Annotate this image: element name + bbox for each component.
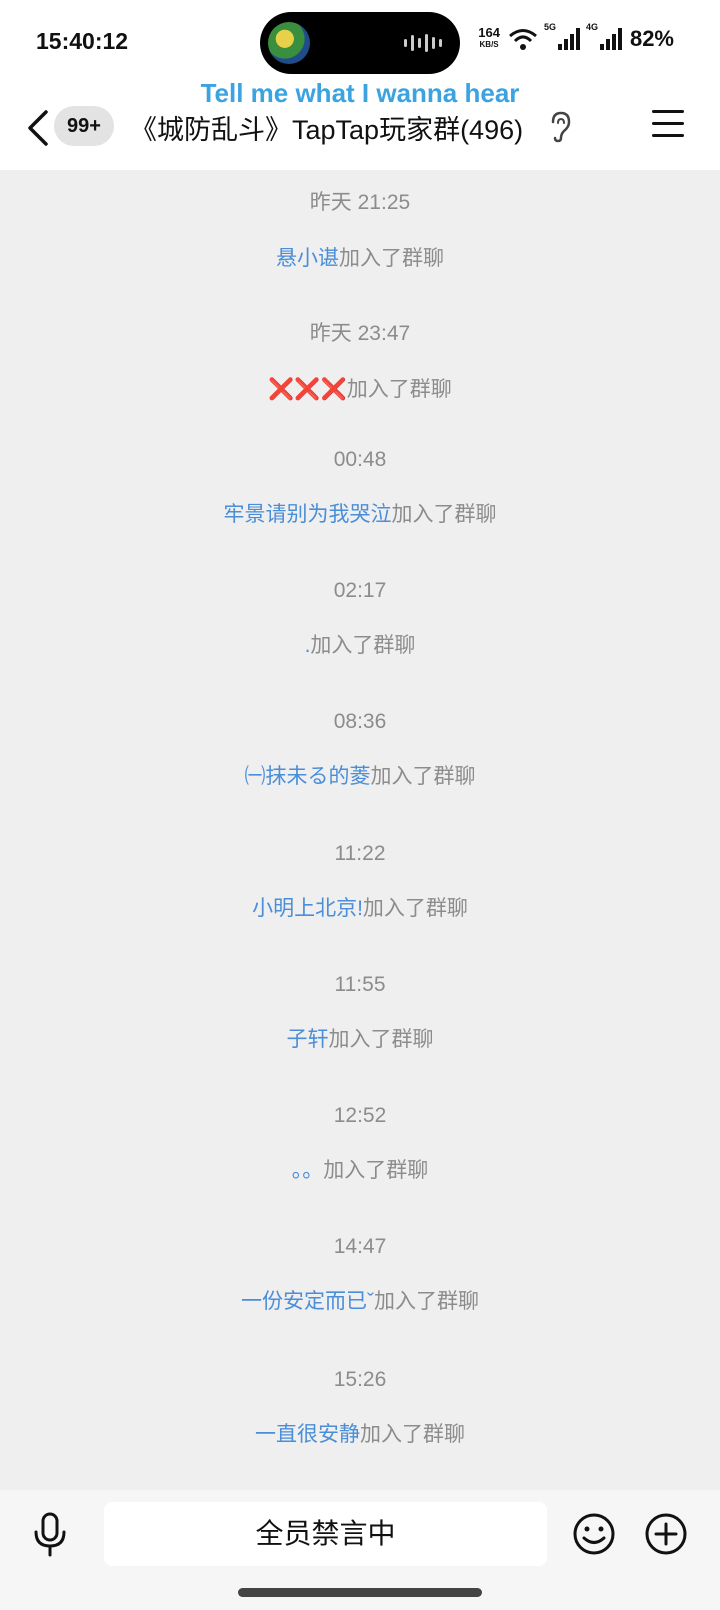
system-message: 12:52 。。加入了群聊 [0,1104,720,1184]
join-action-text: 加入了群聊 [374,1290,479,1313]
net-speed-unit: KB/S [479,40,499,49]
join-notice: 一直很安静加入了群聊 [0,1418,720,1448]
message-timestamp: 08:36 [333,710,387,733]
status-indicators: 164 KB/S 5G 4G 82% [478,22,674,52]
dynamic-island-music[interactable] [260,12,460,74]
system-message: 11:55 子轩加入了群聊 [0,973,720,1053]
member-nickname[interactable]: 子轩 [287,1028,329,1051]
smiley-icon[interactable] [572,1512,616,1556]
member-nickname[interactable]: 悬小谌 [276,247,339,270]
back-arrow-icon[interactable] [26,108,50,148]
message-timestamp: 14:47 [333,1235,387,1258]
chat-message-list[interactable]: 昨天 21:25 悬小谌加入了群聊 昨天 23:47 ❌❌❌加入了群聊 00:4… [0,170,720,1490]
join-action-text: 加入了群聊 [339,247,444,270]
join-action-text: 加入了群聊 [370,765,476,788]
message-timestamp: 12:52 [333,1104,387,1127]
join-action-text: 加入了群聊 [328,1028,434,1051]
join-action-text: 加入了群聊 [323,1159,429,1182]
member-nickname[interactable]: 。。 [292,1159,324,1182]
home-indicator[interactable] [238,1588,482,1597]
join-notice: 一份安定而已ˇ加入了群聊 [0,1285,720,1315]
signal-5g-icon: 5G [544,22,580,50]
join-notice: ❌❌❌加入了群聊 [0,373,720,403]
wifi-icon [508,29,537,50]
microphone-icon[interactable] [30,1512,70,1558]
join-notice: 悬小谌加入了群聊 [0,242,720,272]
join-notice: .加入了群聊 [0,629,720,659]
system-message: 02:17 .加入了群聊 [0,579,720,659]
unread-count-badge[interactable]: 99+ [54,106,114,146]
system-message: 08:36 ㈠抹未る的菱加入了群聊 [0,710,720,790]
member-nickname[interactable]: ㈠抹未る的菱 [245,765,371,788]
ear-icon[interactable] [548,110,574,144]
message-timestamp: 昨天 23:47 [309,322,411,345]
member-nickname[interactable]: ❌❌❌ [268,378,346,401]
signal-4g-label: 4G [585,22,598,32]
member-nickname[interactable]: 牢景请别为我哭泣 [224,503,392,526]
message-timestamp: 00:48 [333,448,387,471]
join-notice: 牢景请别为我哭泣加入了群聊 [0,498,720,528]
system-message: 昨天 21:25 悬小谌加入了群聊 [0,186,720,272]
input-bar: 全员禁言中 [0,1490,720,1610]
message-timestamp: 11:55 [334,973,386,996]
signal-4g-icon: 4G [586,22,622,50]
net-speed: 164 KB/S [478,25,500,51]
system-message: 昨天 23:47 ❌❌❌加入了群聊 [0,317,720,403]
status-bar: 15:40:12 164 KB/S 5G 4G 82% [0,0,720,86]
join-notice: 子轩加入了群聊 [0,1023,720,1053]
member-nickname[interactable]: 一份安定而已ˇ [241,1290,374,1313]
join-action-text: 加入了群聊 [391,503,497,526]
net-speed-value: 164 [478,25,500,40]
status-time: 15:40:12 [36,28,129,54]
system-message: 00:48 牢景请别为我哭泣加入了群聊 [0,448,720,528]
message-timestamp: 15:26 [333,1368,387,1391]
join-action-text: 加入了群聊 [360,1423,465,1446]
now-playing-lyric: Tell me what I wanna hear [200,78,520,108]
group-title[interactable]: 《城防乱斗》TapTap玩家群(496) [130,108,523,147]
join-action-text: 加入了群聊 [346,378,452,401]
audio-wave-icon [404,34,442,52]
battery-level: 82% [629,26,674,51]
system-message: 15:26 一直很安静加入了群聊 [0,1368,720,1448]
system-message: 14:47 一份安定而已ˇ加入了群聊 [0,1235,720,1315]
join-notice: 小明上北京!加入了群聊 [0,892,720,922]
message-timestamp: 11:22 [334,842,386,865]
join-notice: ㈠抹未る的菱加入了群聊 [0,760,720,790]
album-art-thumbnail [268,22,310,64]
menu-icon[interactable] [652,110,684,142]
chat-header: Tell me what I wanna hear 99+ 《城防乱斗》TapT… [0,78,720,170]
signal-5g-label: 5G [543,22,556,32]
join-action-text: 加入了群聊 [362,897,468,920]
member-nickname[interactable]: 小明上北京! [252,897,363,920]
plus-circle-icon[interactable] [644,1512,688,1556]
member-nickname[interactable]: 一直很安静 [255,1423,360,1446]
join-action-text: 加入了群聊 [310,634,416,657]
message-timestamp: 昨天 21:25 [309,191,411,214]
system-message: 11:22 小明上北京!加入了群聊 [0,842,720,922]
message-timestamp: 02:17 [333,579,387,602]
join-notice: 。。加入了群聊 [0,1154,720,1184]
muted-input-field[interactable]: 全员禁言中 [104,1502,547,1566]
